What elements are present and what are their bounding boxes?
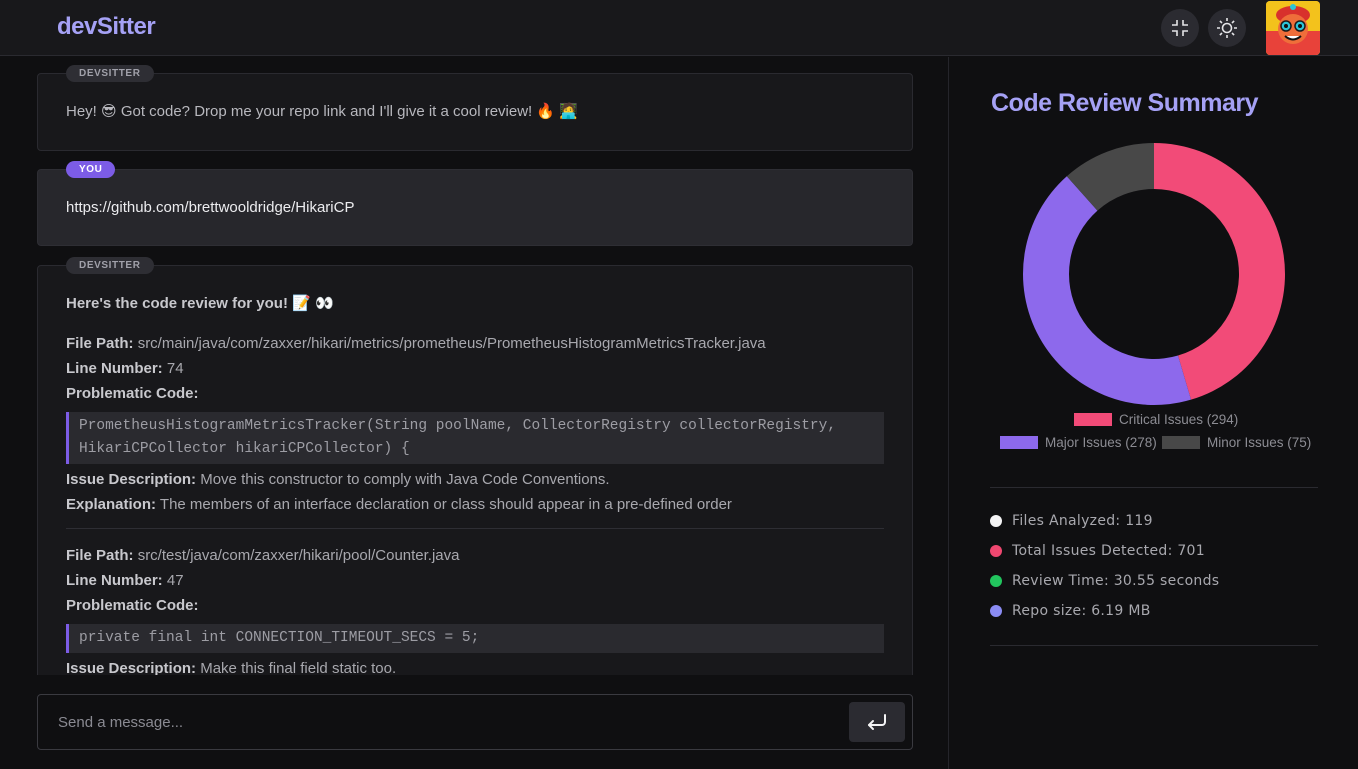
legend-label: Minor Issues (75) xyxy=(1207,435,1312,450)
file-path-value: src/test/java/com/zaxxer/hikari/pool/Cou… xyxy=(137,547,460,564)
file-path-label: File Path: xyxy=(66,335,134,352)
review-summary-panel: Code Review Summary Critical Issues (294… xyxy=(950,57,1358,769)
user-message: YOU https://github.com/brettwooldridge/H… xyxy=(37,161,913,246)
file-path-row: File Path: src/test/java/com/zaxxer/hika… xyxy=(66,546,884,571)
legend-swatch xyxy=(1162,436,1200,449)
message-list[interactable]: DEVSITTER Hey! 😎 Got code? Drop me your … xyxy=(37,57,913,675)
sender-badge: DEVSITTER xyxy=(66,65,154,82)
message-text: https://github.com/brettwooldridge/Hikar… xyxy=(66,199,355,216)
message-input-bar xyxy=(37,694,913,750)
sender-badge: YOU xyxy=(66,161,116,178)
stat-text: Total Issues Detected: 701 xyxy=(1012,543,1205,559)
stat-text: Repo size: 6.19 MB xyxy=(1012,603,1151,619)
problematic-code-label: Problematic Code: xyxy=(66,385,199,402)
status-dot xyxy=(990,575,1002,587)
problematic-code-label: Problematic Code: xyxy=(66,597,199,614)
line-number-value: 74 xyxy=(166,360,184,377)
theme-toggle-button[interactable] xyxy=(1208,9,1246,47)
message-text: Hey! 😎 Got code? Drop me your repo link … xyxy=(66,103,578,120)
issue-description-value: Make this final field static too. xyxy=(200,660,397,675)
review-title: Here's the code review for you! 📝 👀 xyxy=(66,295,334,312)
avatar-face-icon xyxy=(1266,1,1320,55)
app-header: devSitter xyxy=(0,0,1358,56)
issue-description-row: Issue Description: Move this constructor… xyxy=(66,470,884,495)
donut-slice-1[interactable] xyxy=(1023,176,1192,405)
review-body: Here's the code review for you! 📝 👀 File… xyxy=(66,294,884,675)
enter-icon xyxy=(868,714,886,730)
issue-description-label: Issue Description: xyxy=(66,660,197,675)
file-path-label: File Path: xyxy=(66,547,134,564)
issue-divider xyxy=(66,528,884,529)
explanation-label: Explanation: xyxy=(66,496,157,513)
issue-description-label: Issue Description: xyxy=(66,471,197,488)
chat-pane: DEVSITTER Hey! 😎 Got code? Drop me your … xyxy=(0,57,949,769)
line-number-value: 47 xyxy=(166,572,184,589)
divider xyxy=(990,645,1318,646)
legend-swatch xyxy=(1000,436,1038,449)
legend-swatch xyxy=(1074,413,1112,426)
code-line: PrometheusHistogramMetricsTracker(String… xyxy=(79,418,837,434)
line-number-row: Line Number: 74 xyxy=(66,359,884,384)
sender-badge: DEVSITTER xyxy=(66,257,154,274)
bot-review-message: DEVSITTER Here's the code review for you… xyxy=(37,257,913,675)
status-dot xyxy=(990,605,1002,617)
legend-label: Critical Issues (294) xyxy=(1119,412,1239,427)
issue-item: File Path: src/test/java/com/zaxxer/hika… xyxy=(66,546,884,675)
explanation-value: The members of an interface declaration … xyxy=(159,496,732,513)
issue-item: File Path: src/main/java/com/zaxxer/hika… xyxy=(66,334,884,520)
send-button[interactable] xyxy=(849,702,905,742)
message-input[interactable] xyxy=(58,712,818,732)
issue-description-value: Move this constructor to comply with Jav… xyxy=(200,471,610,488)
code-block: private final int CONNECTION_TIMEOUT_SEC… xyxy=(66,624,884,653)
problematic-code-label-row: Problematic Code: xyxy=(66,384,884,409)
brand-logo[interactable]: devSitter xyxy=(57,13,156,41)
bot-message: DEVSITTER Hey! 😎 Got code? Drop me your … xyxy=(37,65,913,151)
status-dot xyxy=(990,515,1002,527)
sun-icon xyxy=(1217,18,1237,38)
legend-minor[interactable]: Minor Issues (75) xyxy=(1162,435,1311,450)
file-path-value: src/main/java/com/zaxxer/hikari/metrics/… xyxy=(137,335,766,352)
stat-text: Files Analyzed: 119 xyxy=(1012,513,1153,529)
legend-label: Major Issues (278) xyxy=(1045,435,1157,450)
code-line: private final int CONNECTION_TIMEOUT_SEC… xyxy=(79,630,480,646)
summary-title: Code Review Summary xyxy=(991,89,1259,117)
code-line: HikariCPCollector hikariCPCollector) { xyxy=(79,441,410,457)
legend-major[interactable]: Major Issues (278) xyxy=(1000,435,1157,450)
status-dot xyxy=(990,545,1002,557)
file-path-row: File Path: src/main/java/com/zaxxer/hika… xyxy=(66,334,884,359)
collapse-button[interactable] xyxy=(1161,9,1199,47)
stat-text: Review Time: 30.55 seconds xyxy=(1012,573,1220,589)
line-number-row: Line Number: 47 xyxy=(66,571,884,596)
line-number-label: Line Number: xyxy=(66,572,163,589)
code-block: PrometheusHistogramMetricsTracker(String… xyxy=(66,412,884,464)
divider xyxy=(990,487,1318,488)
problematic-code-label-row: Problematic Code: xyxy=(66,596,884,621)
issue-description-row: Issue Description: Make this final field… xyxy=(66,659,884,675)
legend-critical[interactable]: Critical Issues (294) xyxy=(1074,412,1238,427)
stat-files-analyzed: Files Analyzed: 119 xyxy=(990,513,1153,529)
stat-repo-size: Repo size: 6.19 MB xyxy=(990,603,1151,619)
collapse-icon xyxy=(1172,20,1188,36)
avatar[interactable] xyxy=(1266,1,1320,55)
explanation-row: Explanation: The members of an interface… xyxy=(66,495,884,520)
issues-donut-chart xyxy=(1023,143,1285,405)
line-number-label: Line Number: xyxy=(66,360,163,377)
stat-review-time: Review Time: 30.55 seconds xyxy=(990,573,1219,589)
stat-total-issues: Total Issues Detected: 701 xyxy=(990,543,1205,559)
